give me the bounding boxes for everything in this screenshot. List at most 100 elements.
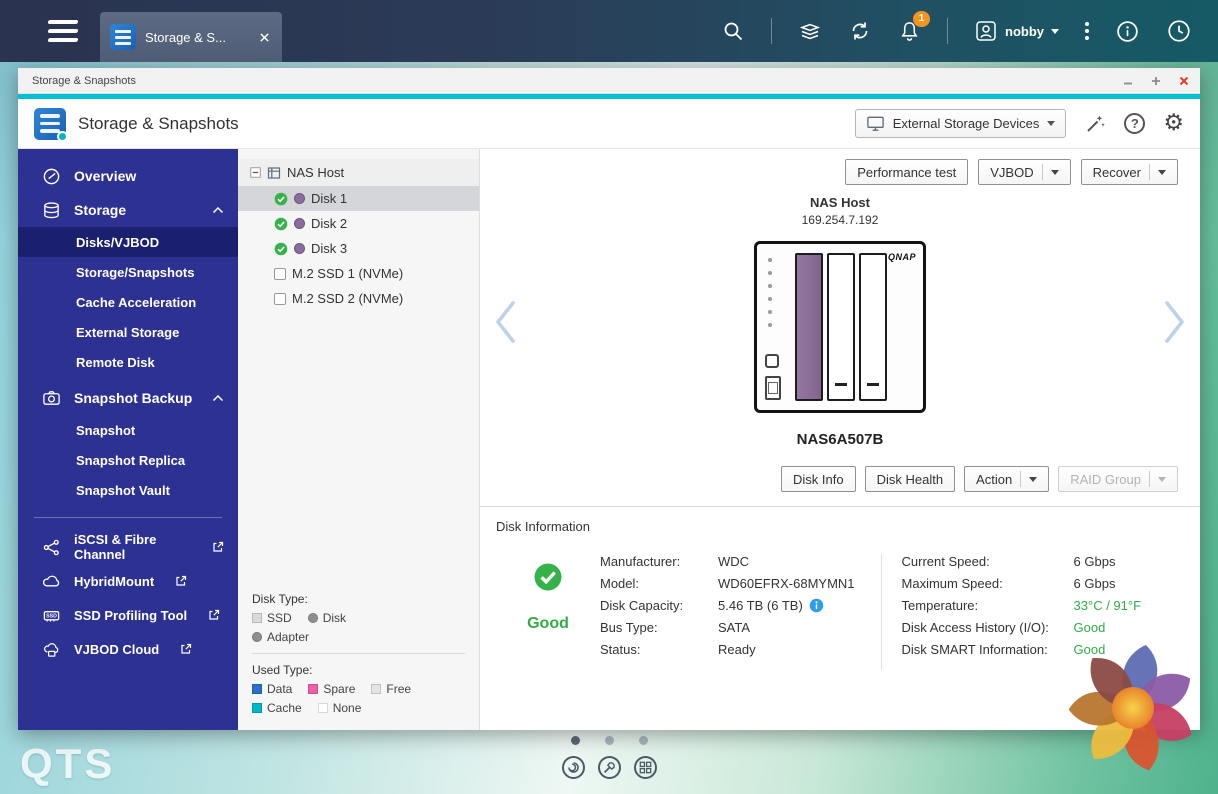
next-enclosure-arrow[interactable] — [1162, 299, 1188, 345]
drive-bay-2[interactable] — [827, 253, 855, 401]
sidebar-item-remote-disk[interactable]: Remote Disk — [18, 347, 238, 377]
magic-wand-icon[interactable] — [1084, 113, 1106, 135]
vjbod-dropdown-button[interactable]: VJBOD — [978, 159, 1071, 185]
sidebar-item-iscsi-fibre-channel[interactable]: iSCSI & Fibre Channel — [18, 530, 238, 564]
desktop-shortcuts — [0, 756, 1218, 779]
action-dropdown-button[interactable]: Action — [964, 466, 1050, 492]
sidebar-item-snapshot-vault[interactable]: Snapshot Vault — [18, 475, 238, 505]
performance-test-button[interactable]: Performance test — [845, 159, 969, 185]
clock-icon[interactable] — [1166, 18, 1192, 44]
chevron-up-icon[interactable] — [212, 394, 224, 402]
sidebar-item-vjbod-cloud[interactable]: VJBOD Cloud — [18, 632, 238, 666]
sidebar-item-snapshot-backup[interactable]: Snapshot Backup — [18, 381, 238, 415]
sidebar-item-ssd-profiling-tool[interactable]: SSD SSD Profiling Tool — [18, 598, 238, 632]
enclosure-name: NAS Host — [810, 195, 870, 210]
disk-type-color-dot — [294, 243, 305, 254]
sidebar-item-snapshot[interactable]: Snapshot — [18, 415, 238, 445]
sidebar-item-external-storage[interactable]: External Storage — [18, 317, 238, 347]
used-type-legend-title: Used Type: — [252, 663, 313, 677]
tree-node-m2-ssd-2[interactable]: M.2 SSD 2 (NVMe) — [238, 286, 479, 311]
disk-health-button[interactable]: Disk Health — [864, 466, 956, 492]
desktop-page-dots — [0, 736, 1218, 745]
legend-swatch-none — [317, 703, 328, 713]
storage-icon — [42, 201, 61, 220]
tree-node-m2-ssd-1[interactable]: M.2 SSD 1 (NVMe) — [238, 261, 479, 286]
app-tab-storage-snapshots[interactable]: Storage & S... — [100, 12, 282, 62]
ssd-profiling-icon: SSD — [42, 606, 61, 625]
main-toolbar: Performance test VJBOD Recover — [845, 159, 1178, 185]
disk-info-button[interactable]: Disk Info — [781, 466, 856, 492]
sidebar-item-disks-vjbod[interactable]: Disks/VJBOD — [18, 227, 238, 257]
sync-icon[interactable] — [848, 19, 872, 43]
main-menu-icon[interactable] — [47, 15, 82, 47]
info-icon[interactable] — [1115, 19, 1140, 44]
sidebar-item-hybridmount[interactable]: HybridMount — [18, 564, 238, 598]
raid-group-dropdown-button[interactable]: RAID Group — [1058, 466, 1178, 492]
drive-bay-3[interactable] — [859, 253, 887, 401]
device-usb-port — [765, 376, 781, 400]
app-title: Storage & Snapshots — [78, 113, 239, 133]
notification-bell-icon[interactable]: 1 — [898, 10, 930, 43]
tab-close-icon[interactable] — [256, 29, 272, 45]
recover-dropdown-button[interactable]: Recover — [1080, 159, 1178, 185]
dropdown-caret-icon — [1158, 169, 1166, 175]
device-led-lights — [768, 258, 772, 327]
device-scope-selector[interactable]: External Storage Devices — [854, 109, 1067, 138]
disk-status-good-icon — [274, 192, 288, 206]
disk-type-legend-title: Disk Type: — [252, 592, 308, 606]
background-tasks-icon[interactable] — [798, 19, 822, 43]
fields-divider — [880, 554, 882, 670]
disk-status-good-icon — [274, 242, 288, 256]
qnap-swirl-logo — [1061, 636, 1205, 780]
tab-label: Storage & S... — [145, 29, 226, 45]
disk-checkbox[interactable] — [274, 267, 286, 280]
disk-checkbox[interactable] — [274, 292, 286, 305]
window-minimize-icon[interactable] — [1122, 75, 1134, 87]
sidebar-item-cache-acceleration[interactable]: Cache Acceleration — [18, 287, 238, 317]
window-titlebar[interactable]: Storage & Snapshots — [18, 68, 1200, 94]
disk-information-title: Disk Information — [496, 519, 590, 534]
storage-snapshots-window: Storage & Snapshots Storage & Snapshots … — [18, 68, 1200, 730]
disk-actions-row: Disk Info Disk Health Action RAID Group — [480, 466, 1200, 492]
disk-type-color-dot — [294, 193, 305, 204]
drive-bay-1-occupied[interactable] — [795, 253, 823, 401]
window-close-icon[interactable] — [1178, 75, 1190, 87]
sidebar-item-overview[interactable]: Overview — [18, 159, 238, 193]
enclosure-ip: 169.254.7.192 — [801, 213, 879, 227]
tree-node-disk-3[interactable]: Disk 3 — [238, 236, 479, 261]
app-sidebar: Overview Storage Disks/VJBOD Storage/Sna… — [18, 149, 238, 730]
sidebar-item-snapshot-replica[interactable]: Snapshot Replica — [18, 445, 238, 475]
window-maximize-icon[interactable] — [1150, 75, 1162, 87]
storage-snapshots-app-icon — [34, 107, 68, 142]
disk-status-good-icon — [274, 217, 288, 231]
tree-node-disk-1[interactable]: Disk 1 — [238, 186, 479, 211]
capacity-info-icon[interactable] — [809, 598, 824, 613]
legend-swatch-disk — [307, 613, 318, 623]
desktop-shortcut-swirl-icon[interactable] — [561, 756, 585, 779]
taskbar-divider — [771, 18, 772, 44]
user-menu[interactable]: nobby — [974, 19, 1059, 43]
desktop-shortcut-grid-icon[interactable] — [633, 756, 657, 779]
help-icon[interactable]: ? — [1124, 113, 1146, 134]
tree-node-disk-2[interactable]: Disk 2 — [238, 211, 479, 236]
tree-node-nas-host[interactable]: NAS Host — [238, 159, 479, 186]
nas-host-icon — [267, 166, 281, 180]
device-tree-panel: NAS Host Disk 1 Disk 2 Disk 3 M.2 SSD 1 … — [238, 149, 480, 730]
desktop-page-dot-2[interactable] — [604, 736, 614, 745]
chevron-up-icon[interactable] — [212, 206, 224, 214]
user-avatar-icon — [976, 21, 996, 41]
legend-swatch-spare — [308, 684, 319, 694]
taskbar: Storage & S... 1 nobby — [0, 0, 1218, 62]
search-icon[interactable] — [721, 19, 745, 43]
desktop-shortcut-tools-icon[interactable] — [597, 756, 621, 779]
sidebar-item-storage[interactable]: Storage — [18, 193, 238, 227]
desktop-page-dot-1[interactable] — [570, 736, 580, 745]
nas-device-illustration[interactable]: QNAP — [754, 241, 926, 413]
collapse-icon[interactable] — [250, 167, 261, 178]
desktop-page-dot-3[interactable] — [638, 736, 648, 745]
settings-gear-icon[interactable]: ⚙ — [1163, 112, 1184, 135]
previous-enclosure-arrow[interactable] — [492, 299, 518, 345]
app-header: Storage & Snapshots External Storage Dev… — [18, 99, 1200, 149]
sidebar-item-storage-snapshots[interactable]: Storage/Snapshots — [18, 257, 238, 287]
kebab-menu-icon[interactable] — [1085, 22, 1089, 40]
